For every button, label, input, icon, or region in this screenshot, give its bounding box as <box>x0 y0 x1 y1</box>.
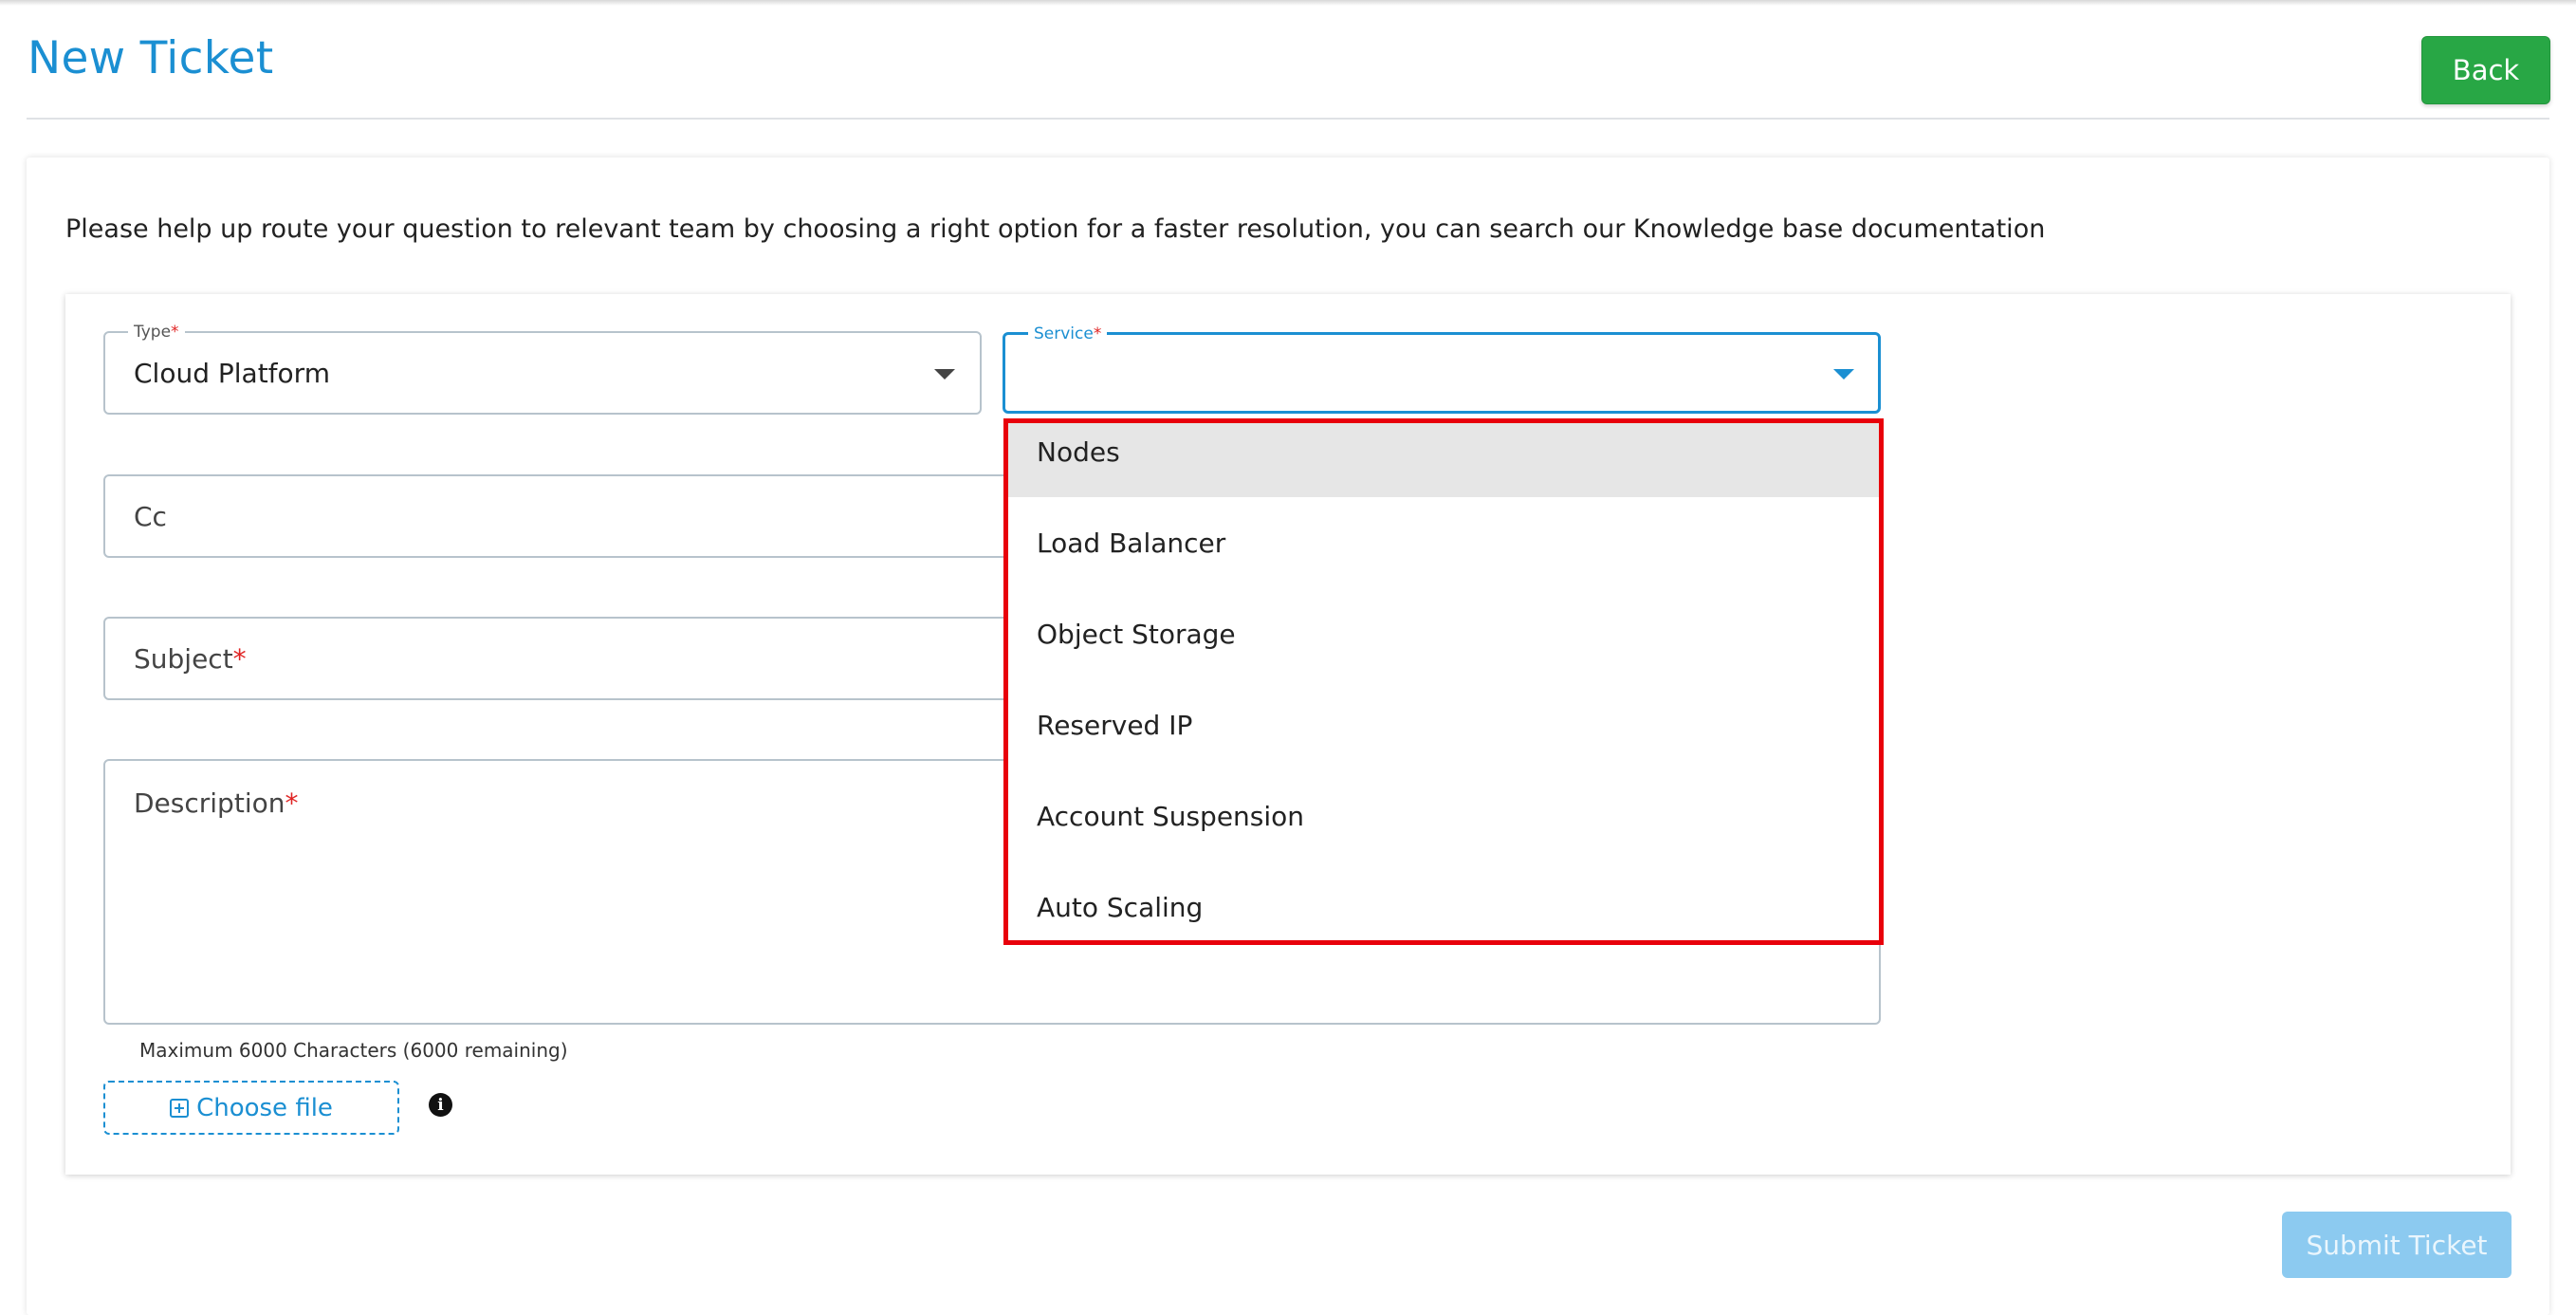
dropdown-option-reserved-ip[interactable]: Reserved IP <box>1008 679 1879 770</box>
page-title: New Ticket <box>28 32 274 84</box>
submit-ticket-button[interactable]: Submit Ticket <box>2282 1212 2512 1278</box>
title-divider <box>27 118 2549 120</box>
dropdown-option-account-suspension[interactable]: Account Suspension <box>1008 770 1879 861</box>
plus-square-icon <box>170 1098 190 1118</box>
dropdown-option-nodes[interactable]: Nodes <box>1008 423 1879 497</box>
service-dropdown-menu: Nodes Load Balancer Object Storage Reser… <box>1003 418 1884 945</box>
choose-file-label: Choose file <box>196 1093 333 1122</box>
description-placeholder: Description* <box>134 787 299 819</box>
chevron-down-icon <box>934 369 955 380</box>
service-label: Service* <box>1028 324 1108 344</box>
type-select[interactable]: Type* Cloud Platform <box>103 322 982 415</box>
back-button[interactable]: Back <box>2421 36 2550 104</box>
character-count-note: Maximum 6000 Characters (6000 remaining) <box>139 1039 568 1062</box>
intro-text: Please help up route your question to re… <box>65 214 2046 244</box>
dropdown-option-auto-scaling[interactable]: Auto Scaling <box>1008 861 1879 940</box>
chevron-down-icon <box>1833 369 1854 380</box>
dropdown-option-object-storage[interactable]: Object Storage <box>1008 588 1879 679</box>
type-value: Cloud Platform <box>134 358 330 389</box>
dropdown-option-load-balancer[interactable]: Load Balancer <box>1008 497 1879 588</box>
service-select[interactable]: Service* <box>1003 324 1881 414</box>
cc-placeholder: Cc <box>134 501 167 532</box>
info-icon[interactable]: i <box>429 1093 452 1117</box>
choose-file-button[interactable]: Choose file <box>103 1081 399 1135</box>
subject-placeholder: Subject* <box>134 643 247 675</box>
type-label: Type* <box>128 322 185 343</box>
top-shadow <box>0 0 2576 6</box>
